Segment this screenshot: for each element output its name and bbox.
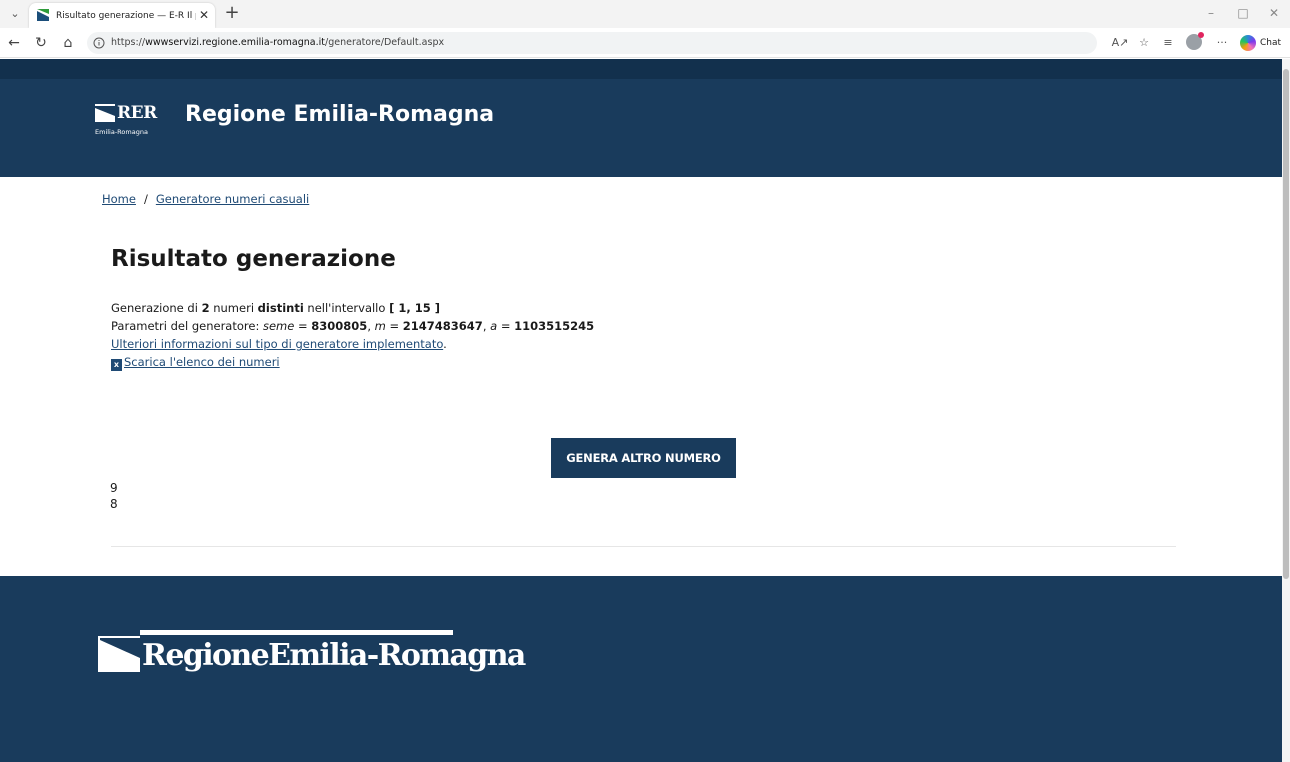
footer-logo-text: RegioneEmilia-Romagna bbox=[142, 638, 526, 673]
new-tab-plus-icon[interactable]: + bbox=[222, 3, 242, 23]
browser-tab-active[interactable]: Risultato generazione — E-R Il por ✕ bbox=[29, 3, 215, 28]
browser-tab-bar: ⌄ Risultato generazione — E-R Il por ✕ +… bbox=[0, 0, 1290, 28]
generation-summary: Generazione di 2 numeri distinti nell'in… bbox=[111, 301, 440, 315]
rer-logo-mark-icon bbox=[95, 104, 115, 122]
breadcrumb-current-link[interactable]: Generatore numeri casuali bbox=[156, 192, 309, 206]
copilot-chat-button[interactable]: Chat bbox=[1238, 33, 1288, 53]
tab-close-icon[interactable]: ✕ bbox=[197, 8, 211, 22]
favorites-list-icon[interactable]: ≡ bbox=[1159, 34, 1177, 52]
page-title: Risultato generazione bbox=[111, 246, 396, 272]
more-options-icon[interactable]: ··· bbox=[1213, 34, 1231, 52]
download-line: x Scarica l'elenco dei numeri bbox=[111, 353, 811, 371]
favorite-star-icon[interactable]: ☆ bbox=[1135, 34, 1153, 52]
lock-icon bbox=[93, 37, 105, 49]
results-list: 9 8 bbox=[110, 480, 170, 512]
page-content: RER Emilia-Romagna Regione Emilia-Romagn… bbox=[0, 59, 1282, 762]
back-arrow-icon[interactable]: ← bbox=[5, 34, 23, 52]
rer-favicon-icon bbox=[37, 9, 49, 21]
result-item: 8 bbox=[110, 497, 118, 511]
generator-parameters: Parametri del generatore: seme = 8300805… bbox=[111, 319, 595, 333]
footer-logo-bar bbox=[140, 630, 453, 635]
minimize-icon[interactable]: – bbox=[1203, 5, 1219, 21]
window-close-icon[interactable]: ✕ bbox=[1266, 5, 1282, 21]
logo-subtext: Emilia-Romagna bbox=[95, 128, 148, 136]
site-footer: RegioneEmilia-Romagna bbox=[0, 576, 1282, 762]
url-input[interactable]: https://wwwservizi.regione.emilia-romagn… bbox=[87, 32, 1097, 54]
url-text: https://wwwservizi.regione.emilia-romagn… bbox=[111, 37, 445, 48]
site-header: RER Emilia-Romagna Regione Emilia-Romagn… bbox=[0, 79, 1282, 177]
footer-logo-mark-icon bbox=[98, 636, 140, 672]
tab-list-chevron-icon[interactable]: ⌄ bbox=[6, 6, 24, 22]
tab-title: Risultato generazione — E-R Il por bbox=[56, 11, 196, 21]
generate-another-button[interactable]: GENERA ALTRO NUMERO bbox=[551, 438, 736, 478]
generation-info: Generazione di 2 numeri distinti nell'in… bbox=[111, 299, 811, 371]
maximize-icon[interactable]: □ bbox=[1235, 5, 1251, 21]
home-icon[interactable]: ⌂ bbox=[59, 34, 77, 52]
breadcrumb-separator: / bbox=[143, 192, 148, 206]
header-top-strip bbox=[0, 59, 1282, 79]
refresh-icon[interactable]: ↻ bbox=[32, 34, 50, 52]
breadcrumb-home-link[interactable]: Home bbox=[102, 192, 136, 206]
site-title[interactable]: Regione Emilia-Romagna bbox=[185, 100, 494, 130]
copilot-chat-label: Chat bbox=[1260, 38, 1282, 48]
content-divider bbox=[111, 546, 1176, 547]
address-bar-row: ← ↻ ⌂ https://wwwservizi.regione.emilia-… bbox=[0, 28, 1290, 58]
read-aloud-icon[interactable]: A↗ bbox=[1111, 34, 1129, 52]
logo-rer-text: RER bbox=[117, 103, 157, 123]
copilot-logo-icon bbox=[1240, 35, 1256, 51]
page-scrollbar[interactable] bbox=[1282, 59, 1290, 762]
info-link-line: Ulteriori informazioni sul tipo di gener… bbox=[111, 337, 447, 351]
excel-file-icon: x bbox=[111, 359, 122, 371]
breadcrumb: Home / Generatore numeri casuali bbox=[102, 191, 309, 207]
scrollbar-thumb[interactable] bbox=[1283, 69, 1289, 579]
rer-logo[interactable]: RER Emilia-Romagna bbox=[95, 102, 161, 144]
result-item: 9 bbox=[110, 481, 118, 495]
download-numbers-link[interactable]: Scarica l'elenco dei numeri bbox=[124, 355, 280, 369]
notification-dot bbox=[1198, 32, 1204, 38]
footer-logo[interactable]: RegioneEmilia-Romagna bbox=[98, 630, 526, 680]
generator-info-link[interactable]: Ulteriori informazioni sul tipo di gener… bbox=[111, 337, 443, 351]
